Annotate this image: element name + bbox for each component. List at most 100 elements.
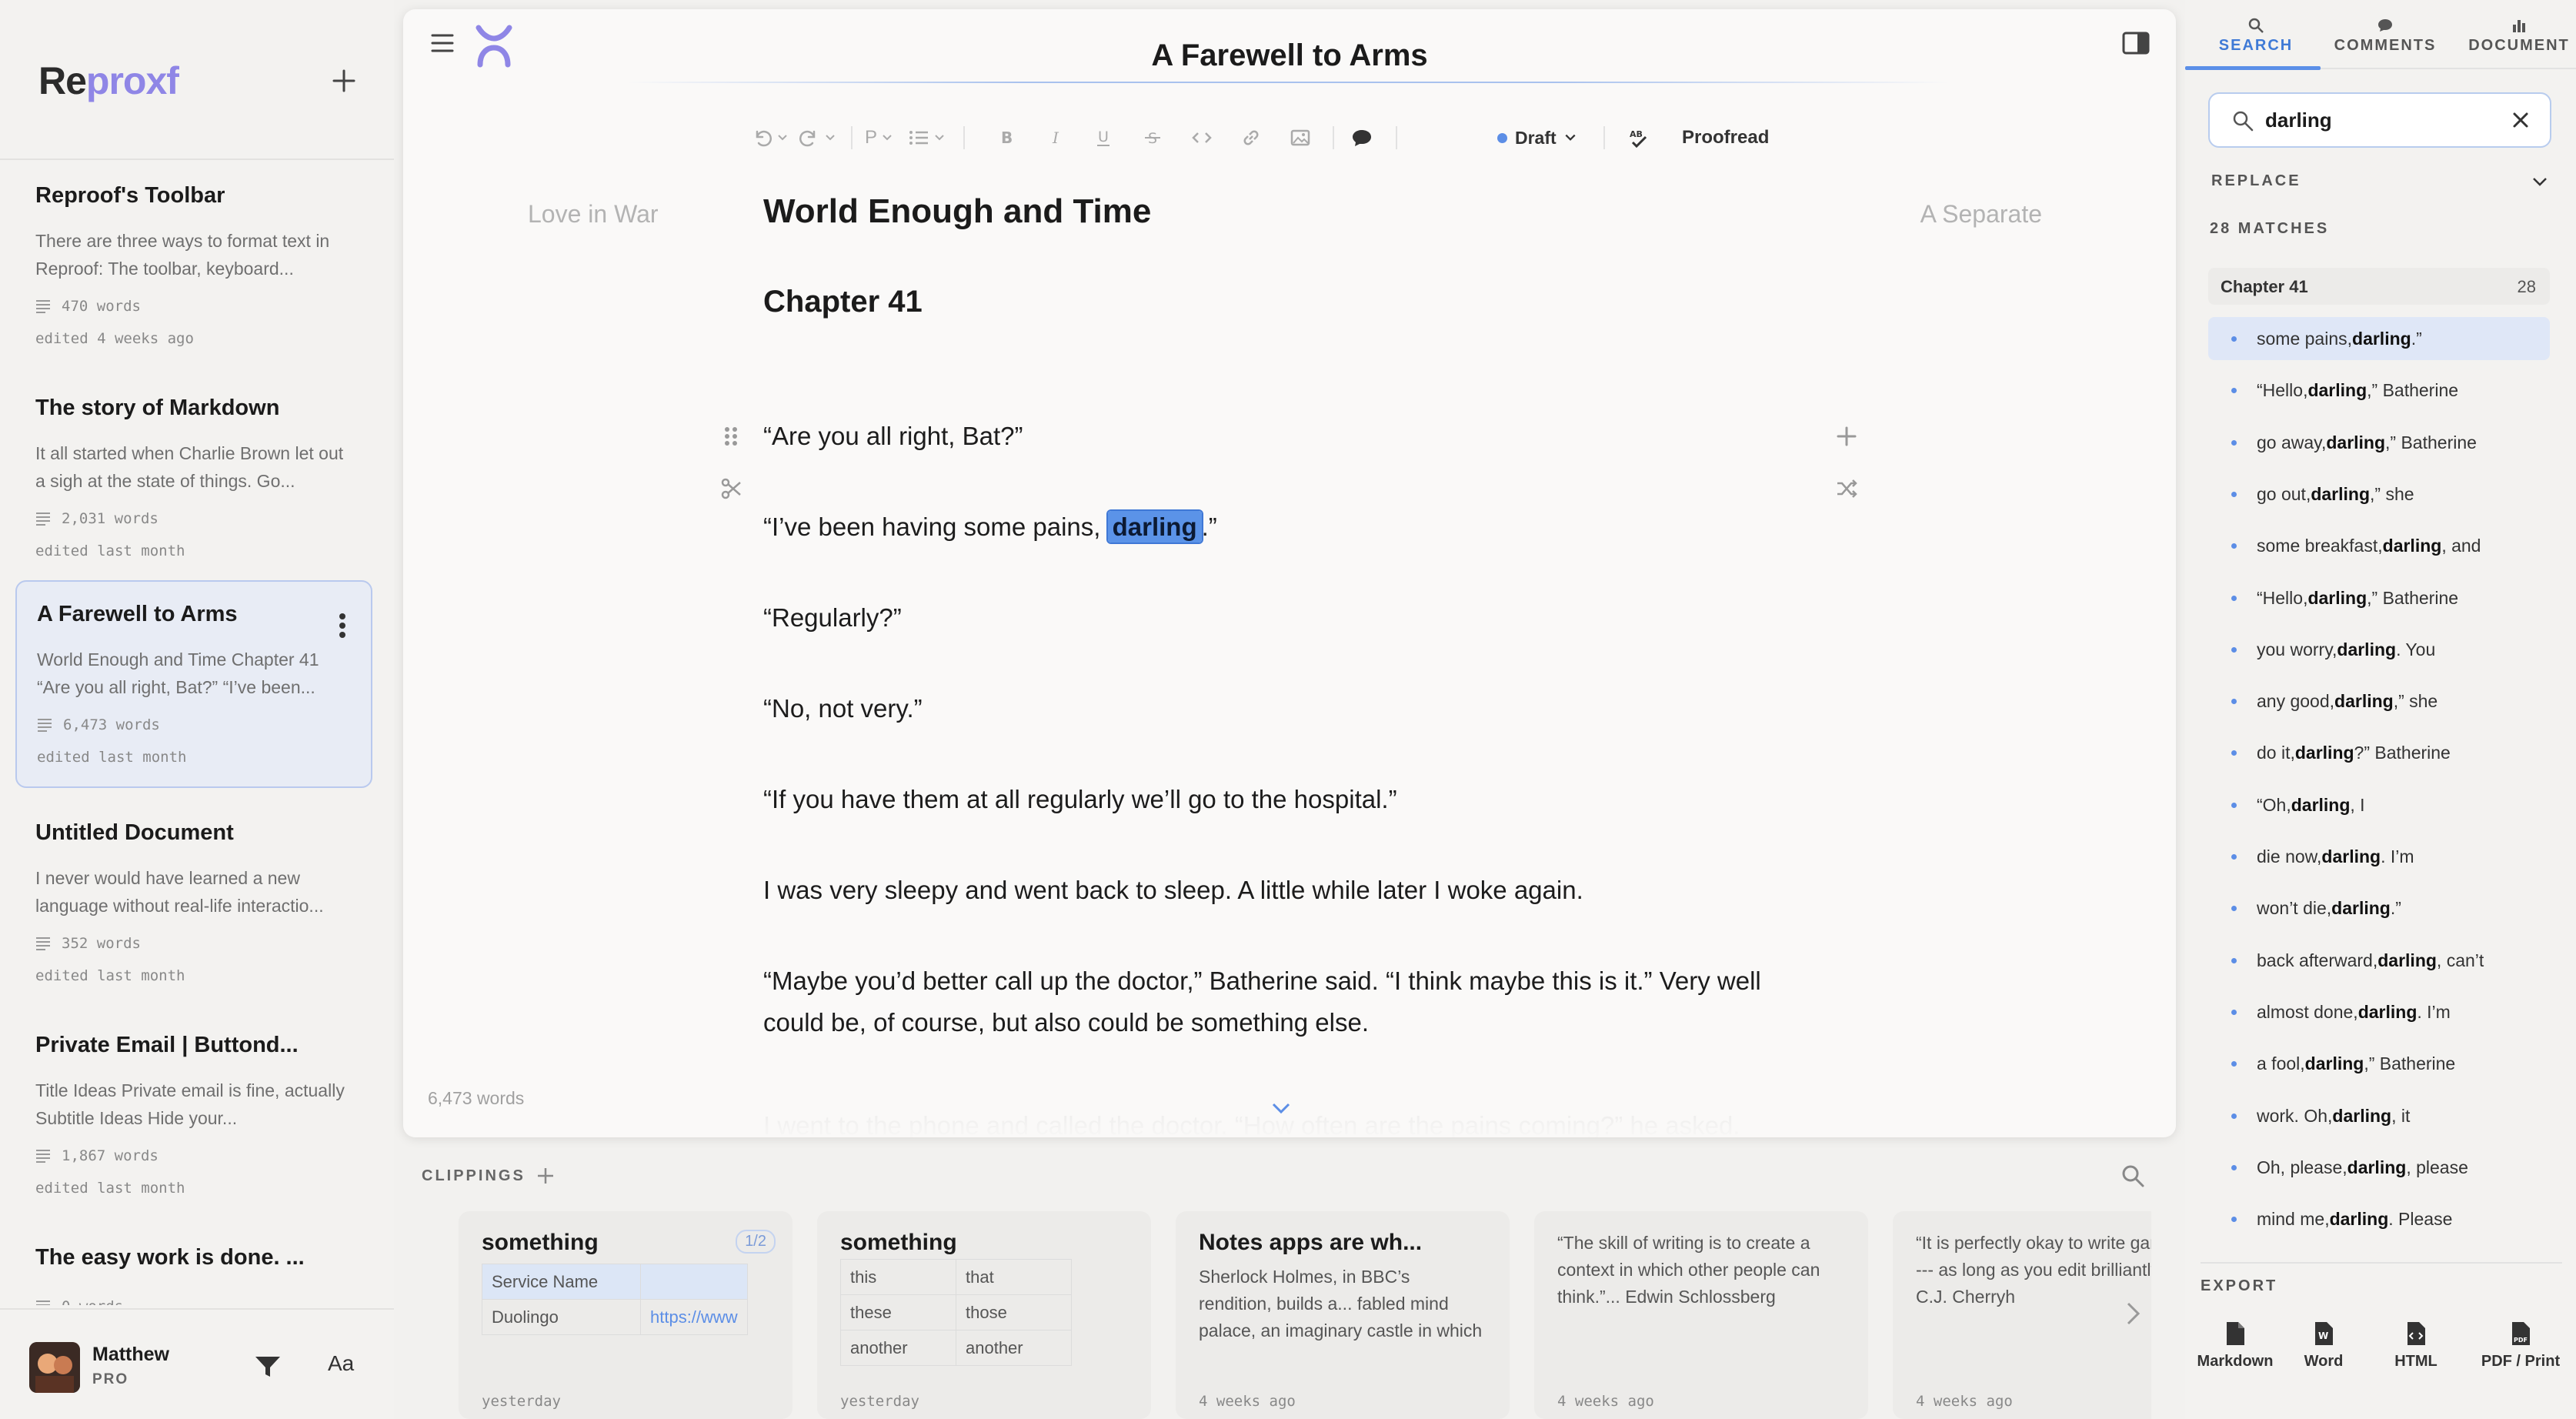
clipping-card[interactable]: Notes apps are wh... Sherlock Holmes, in… (1176, 1211, 1510, 1419)
search-input[interactable] (2265, 94, 2496, 146)
match-term: darling (2331, 897, 2391, 918)
paragraph[interactable]: “Regularly?” (763, 597, 1794, 639)
undo-button[interactable] (751, 119, 788, 157)
match-context: some breakfast, (2257, 535, 2383, 556)
search-match-item[interactable]: some breakfast, darling, and (2208, 524, 2550, 567)
document-item-active[interactable]: A Farewell to Arms World Enough and Time… (15, 580, 372, 788)
clipping-card[interactable]: “The skill of writing is to create a con… (1534, 1211, 1868, 1419)
image-icon (1290, 129, 1310, 146)
close-icon[interactable] (2511, 111, 2530, 129)
document-title[interactable]: A Farewell to Arms (403, 38, 2176, 73)
clipping-card[interactable]: something this that these those another ano… (817, 1211, 1151, 1419)
search-field[interactable] (2208, 92, 2551, 148)
next-chapter-link[interactable]: A Separate (1920, 200, 2042, 229)
search-match-item[interactable]: back afterward, darling, can’t (2208, 939, 2550, 982)
scissors-icon[interactable] (720, 477, 742, 500)
paragraph[interactable]: “I’ve been having some pains, darling.” (763, 506, 1794, 548)
tab-search[interactable]: SEARCH (2216, 17, 2296, 55)
search-match-item[interactable]: you worry, darling. You (2208, 628, 2550, 671)
chevron-down-icon (1565, 134, 1576, 141)
underline-button[interactable]: U (1093, 119, 1114, 157)
avatar[interactable] (29, 1342, 80, 1393)
clipping-title: something (840, 1230, 957, 1255)
chevron-down-icon[interactable] (2531, 175, 2548, 188)
paragraph-style-button[interactable]: P (865, 119, 893, 157)
toolbar-divider (963, 126, 965, 149)
search-match-item[interactable]: “Oh, darling, I (2208, 783, 2550, 826)
tab-document[interactable]: DOCUMENT (2465, 17, 2573, 55)
clipping-card[interactable]: something 1/2 Service Name Duolingo https… (459, 1211, 792, 1419)
export-markdown-button[interactable]: Markdown (2185, 1321, 2285, 1371)
editor-panel: A Farewell to Arms P B I U S (403, 9, 2176, 1137)
chevron-down-icon[interactable] (1271, 1100, 1291, 1116)
toggle-panel-icon[interactable] (2122, 31, 2150, 55)
tab-comments[interactable]: COMMENTS (2331, 17, 2439, 55)
document-item[interactable]: Untitled Document I never would have lea… (15, 800, 372, 1008)
export-pdf-button[interactable]: PDF PDF / Print (2467, 1321, 2574, 1371)
edited-time: edited last month (35, 1180, 185, 1197)
search-icon[interactable] (2121, 1164, 2145, 1188)
replace-toggle[interactable]: REPLACE (2211, 172, 2301, 190)
shuffle-icon[interactable] (1836, 477, 1857, 500)
search-match-item[interactable]: almost done, darling. I’m (2208, 990, 2550, 1033)
document-item[interactable]: The story of Markdown It all started whe… (15, 376, 372, 583)
proofread-button[interactable]: Proofread (1682, 119, 1769, 157)
table-link[interactable]: https://www (640, 1299, 748, 1335)
edited-time: edited last month (37, 749, 187, 766)
search-match-item[interactable]: “Hello, darling,” Batherine (2208, 576, 2550, 619)
match-context: , I (2350, 794, 2365, 815)
bullet (2231, 595, 2237, 601)
search-match-item[interactable]: go away, darling,” Batherine (2208, 421, 2550, 464)
search-match-item[interactable]: go out, darling,” she (2208, 472, 2550, 516)
file-icon (2227, 1322, 2244, 1345)
search-match-item[interactable]: some pains, darling.” (2208, 317, 2550, 360)
export-html-button[interactable]: HTML (2377, 1321, 2454, 1371)
paragraph[interactable]: “Are you all right, Bat?” (763, 416, 1794, 457)
clipping-time: yesterday (840, 1393, 919, 1410)
spellcheck-icon[interactable]: AB (1628, 127, 1651, 149)
search-match-item[interactable]: a fool, darling,” Batherine (2208, 1042, 2550, 1085)
bold-button[interactable]: B (996, 119, 1017, 157)
word-count-icon (36, 300, 50, 313)
bullet (2231, 543, 2237, 549)
match-group-header[interactable]: Chapter 41 28 (2208, 268, 2550, 305)
filter-icon[interactable] (254, 1354, 282, 1379)
match-context: a fool, (2257, 1053, 2305, 1073)
search-match-item[interactable]: any good, darling,” she (2208, 679, 2550, 723)
paragraph[interactable]: “If you have them at all regularly we’ll… (763, 779, 1794, 820)
search-match-item[interactable]: die now, darling. I’m (2208, 835, 2550, 878)
search-match-item[interactable]: do it, darling?” Batherine (2208, 731, 2550, 774)
comment-button[interactable] (1351, 119, 1373, 157)
paragraph[interactable]: “Maybe you’d better call up the doctor,”… (763, 960, 1794, 1043)
search-match-item[interactable]: work. Oh, darling, it (2208, 1094, 2550, 1137)
paragraph[interactable]: I was very sleepy and went back to sleep… (763, 870, 1794, 911)
drag-handle-icon[interactable] (720, 425, 742, 448)
image-button[interactable] (1290, 119, 1311, 157)
match-context: go out, (2257, 483, 2311, 504)
search-match-item[interactable]: won’t die, darling.” (2208, 886, 2550, 930)
code-button[interactable] (1191, 119, 1213, 157)
paragraph[interactable]: “No, not very.” (763, 688, 1794, 730)
redo-button[interactable] (799, 119, 836, 157)
italic-button[interactable]: I (1045, 119, 1066, 157)
new-document-button[interactable] (331, 68, 357, 94)
font-settings-button[interactable]: Aa (328, 1351, 354, 1376)
document-body[interactable]: World Enough and Time Chapter 41 (763, 192, 1794, 319)
previous-chapter-link[interactable]: Love in War (528, 200, 659, 229)
list-button[interactable] (908, 119, 945, 157)
chevron-right-icon[interactable] (2124, 1300, 2144, 1327)
link-button[interactable] (1240, 119, 1262, 157)
document-item[interactable]: Reproof's Toolbar There are three ways t… (15, 163, 372, 371)
search-match-item[interactable]: “Hello, darling,” Batherine (2208, 369, 2550, 412)
add-block-icon[interactable] (1836, 425, 1857, 448)
search-match-item[interactable]: Oh, please, darling, please (2208, 1146, 2550, 1189)
strikethrough-button[interactable]: S (1142, 119, 1163, 157)
document-item[interactable]: Private Email | Buttond... Title Ideas P… (15, 1013, 372, 1220)
document-item[interactable]: The easy work is done. ... 0 words (15, 1225, 372, 1305)
plus-icon[interactable] (536, 1167, 555, 1185)
more-options-icon[interactable] (339, 613, 346, 639)
export-word-button[interactable]: W Word (2285, 1321, 2362, 1371)
clipping-card[interactable]: “It is perfectly okay to write garbage -… (1893, 1211, 2151, 1419)
status-dropdown[interactable]: Draft (1497, 119, 1577, 157)
search-match-item[interactable]: mind me, darling. Please (2208, 1197, 2550, 1240)
